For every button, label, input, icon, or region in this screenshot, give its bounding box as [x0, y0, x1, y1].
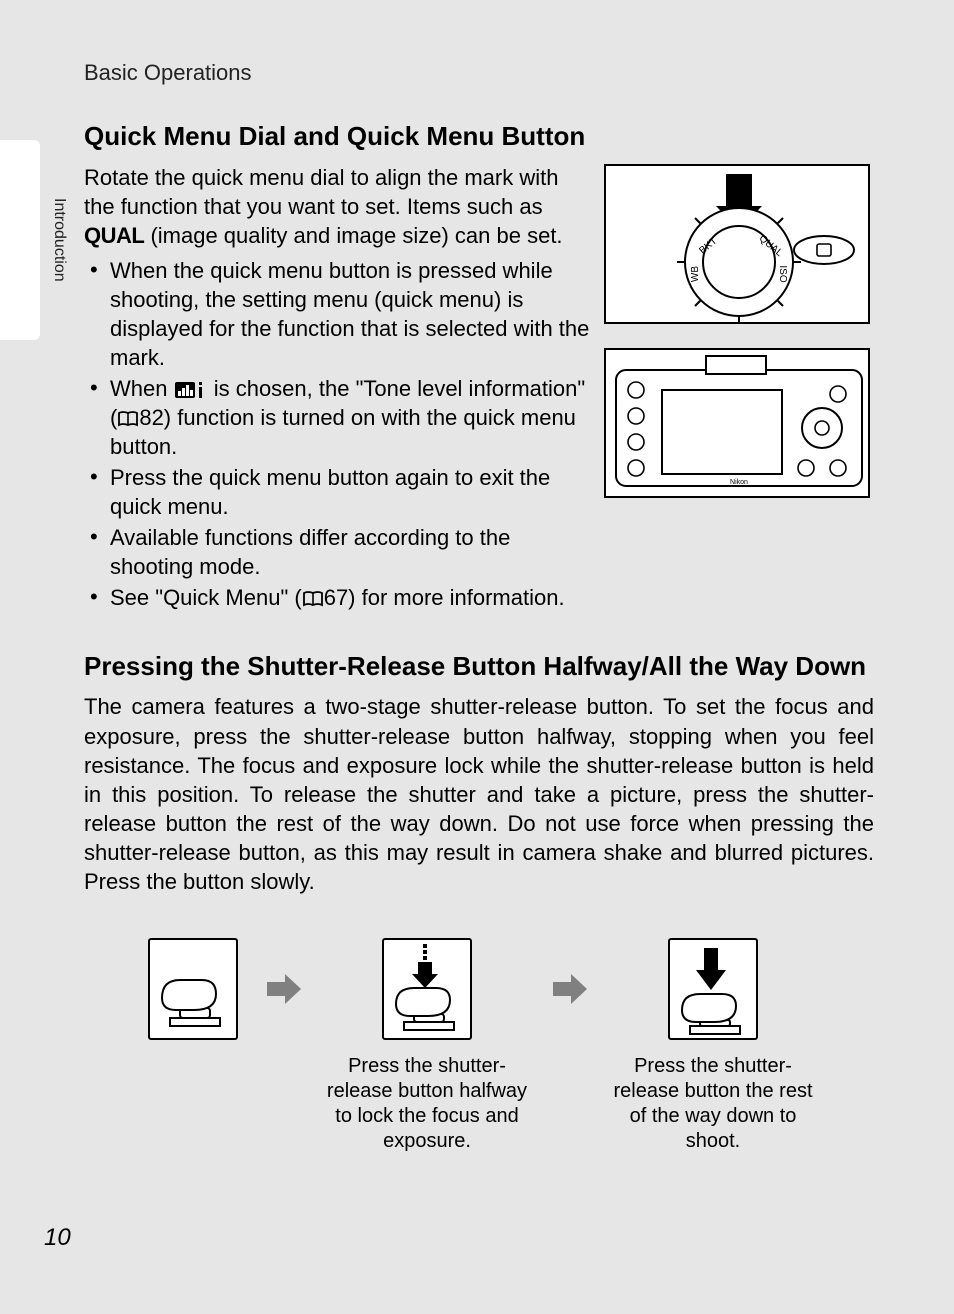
tone-level-icon [174, 378, 208, 398]
manual-page: Basic Operations Introduction BKT QUAL W… [0, 0, 954, 1314]
page-ref-icon [117, 406, 139, 424]
section2-body: The camera features a two-stage shutter-… [84, 692, 874, 895]
arrow-right-icon [262, 938, 306, 1040]
page-ref-icon [302, 586, 324, 604]
section1-heading: Quick Menu Dial and Quick Menu Button [84, 120, 874, 153]
b5-a: See "Quick Menu" ( [110, 585, 302, 610]
intro-part-a: Rotate the quick menu dial to align the … [84, 165, 558, 219]
bullet-4: Available functions differ according to … [84, 523, 594, 581]
finger-rest-illustration [148, 938, 238, 1040]
qual-inline-label: QUAL [84, 223, 144, 248]
arrow-right-icon [548, 938, 592, 1040]
section1-intro: Rotate the quick menu dial to align the … [84, 163, 594, 250]
section1-bullets: When the quick menu button is pressed wh… [84, 256, 594, 612]
b2-a: When [110, 376, 174, 401]
bullet-5: See "Quick Menu" ( 67) for more informati… [84, 583, 874, 612]
b5-b: 67) for more information. [324, 585, 565, 610]
intro-part-b: (image quality and image size) can be se… [144, 223, 562, 248]
press-step-2: Press the shutter-release button halfway… [320, 938, 534, 1154]
running-header: Basic Operations [84, 60, 252, 86]
bullet-1: When the quick menu button is pressed wh… [84, 256, 594, 372]
press-step-3: Press the shutter-release button the res… [606, 938, 820, 1154]
page-number: 10 [44, 1224, 71, 1252]
side-tab [0, 140, 40, 340]
shutter-diagram-row: Press the shutter-release button halfway… [84, 938, 874, 1154]
caption-halfway: Press the shutter-release button halfway… [320, 1054, 534, 1154]
b2-c: 82) function is turned on with the quick… [110, 405, 576, 459]
bullet-2: When is chosen, the "Tone level informat… [84, 374, 594, 461]
caption-full: Press the shutter-release button the res… [606, 1054, 820, 1154]
section2-heading: Pressing the Shutter-Release Button Half… [84, 650, 874, 683]
side-tab-label: Introduction [50, 198, 68, 282]
press-halfway-illustration [382, 938, 472, 1040]
press-step-1 [138, 938, 248, 1040]
press-full-illustration [668, 938, 758, 1040]
bullet-3: Press the quick menu button again to exi… [84, 463, 594, 521]
